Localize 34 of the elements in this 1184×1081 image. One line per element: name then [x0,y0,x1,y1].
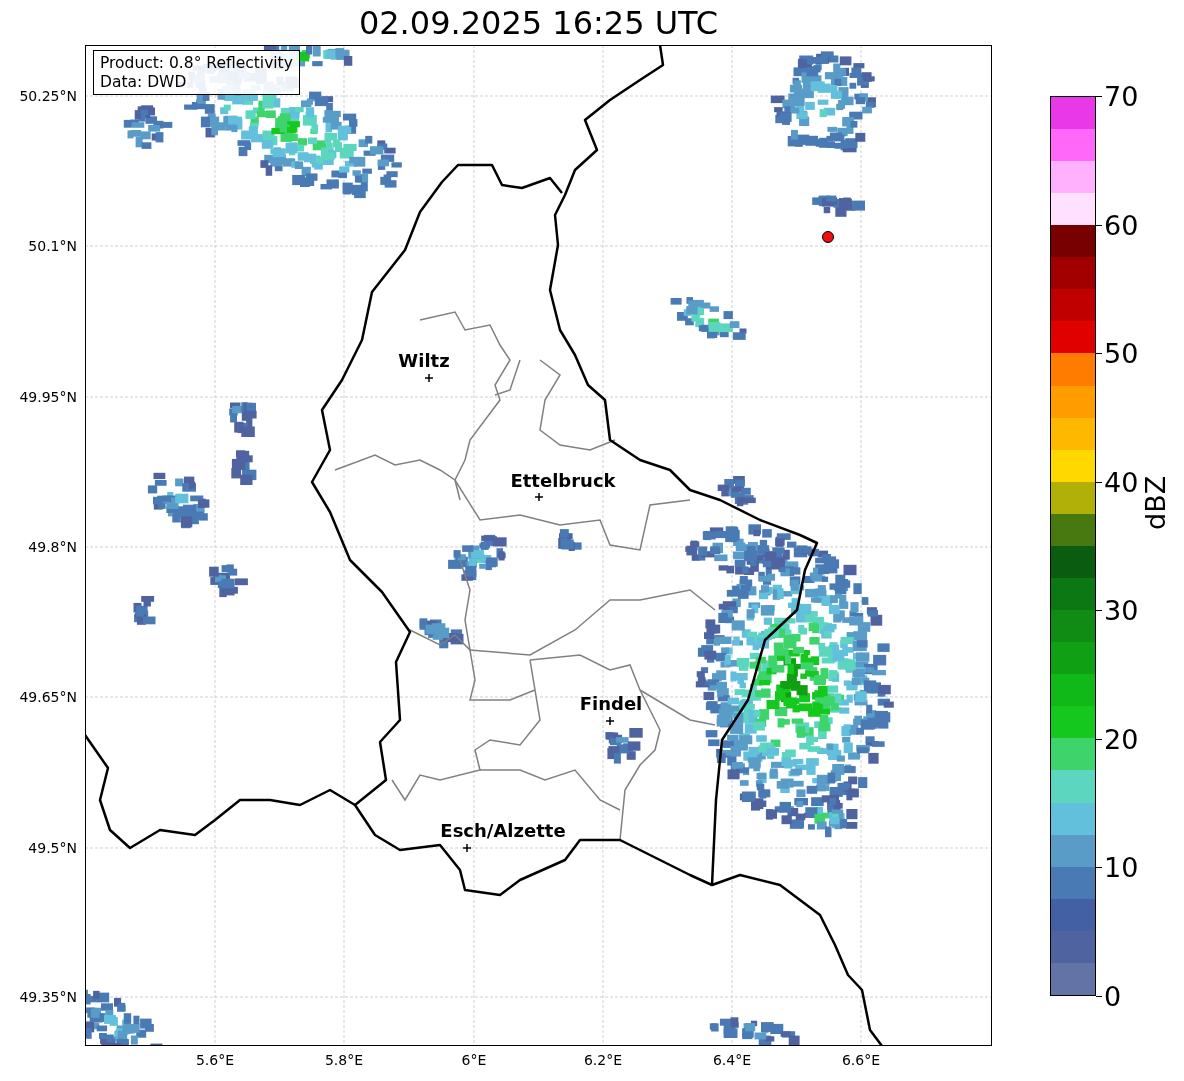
info-text: Data: DWD [100,72,188,92]
station-marker-icon [822,231,834,243]
x-axis-tick-label: 6°E [461,1053,487,1067]
y-axis-tick-label: 49.65°N [19,690,77,704]
y-axis-tick-label: 50.25°N [19,89,77,103]
city-marker-icon [534,492,544,502]
colorbar-tick-label: 10 [1104,853,1139,881]
city-marker-icon [462,843,472,853]
colorbar-tick-label: 40 [1104,468,1139,496]
x-axis-tick-label: 6.4°E [712,1053,752,1067]
y-axis-tick-label: 49.8°N [28,540,77,554]
y-axis-tick-label: 49.35°N [19,990,77,1004]
info-text: Product: 0.8° Reflectivity [100,54,293,73]
y-axis-tick-label: 49.5°N [28,841,77,855]
y-axis-tick-label: 50.1°N [28,239,77,253]
x-axis-tick-label: 6.2°E [583,1053,623,1067]
city-label: Findel [579,695,643,713]
colorbar-tick-label: 20 [1104,725,1139,753]
y-axis-tick-label: 49.95°N [19,390,77,404]
city-marker-icon [605,716,615,726]
chart-title: 02.09.2025 16:25 UTC [357,4,720,43]
colorbar-tick-label: 0 [1104,982,1122,1010]
city-label: Esch/Alzette [440,822,566,840]
colorbar-tick-label: 70 [1104,82,1139,110]
x-axis-tick-label: 5.6°E [195,1053,235,1067]
city-label: Wiltz [398,352,450,370]
x-axis-tick-label: 6.6°E [841,1053,881,1067]
colorbar-tick-label: 50 [1104,339,1139,367]
x-axis-tick-label: 5.8°E [324,1053,364,1067]
colorbar-label: dBZ [1142,475,1169,530]
colorbar-tick-label: 30 [1104,596,1139,624]
city-marker-icon [424,373,434,383]
colorbar-tick-label: 60 [1104,211,1139,239]
city-label: Ettelbruck [510,472,616,490]
